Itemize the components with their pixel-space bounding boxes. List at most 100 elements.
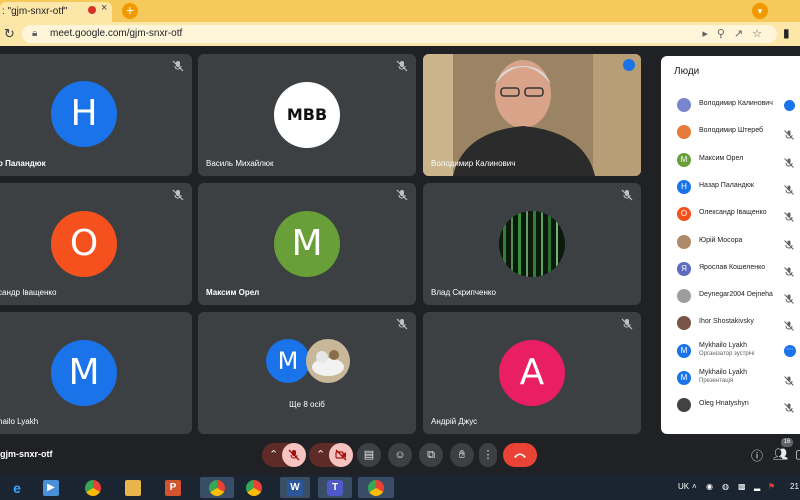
mic-off-icon[interactable]	[784, 318, 794, 332]
taskbar-chrome-3[interactable]	[358, 477, 394, 498]
chat-icon[interactable]: ▢	[795, 447, 800, 461]
taskbar-explorer[interactable]	[120, 477, 146, 498]
participant-list-item[interactable]: M Mykhailo Lyakh Презентація	[661, 365, 800, 392]
mic-off-icon[interactable]	[784, 373, 794, 386]
participant-list-item[interactable]: Н Назар Паландюк	[661, 174, 800, 201]
mic-off-icon[interactable]	[784, 237, 794, 250]
mic-off-icon[interactable]	[784, 182, 794, 195]
participant-list-item[interactable]: О Олександр Іващенко	[661, 201, 800, 228]
mic-options-chevron-icon[interactable]: ⌃	[269, 443, 278, 467]
participant-list-name: Юрій Мосора	[699, 236, 743, 244]
participant-list-name: Володимир Калинович	[699, 100, 773, 107]
participant-list-name: Mykhailo Lyakh	[699, 369, 747, 376]
participant-role: Презентація	[699, 378, 734, 384]
tray-app-icon[interactable]: ▩	[738, 482, 746, 491]
mic-off-icon[interactable]	[784, 400, 794, 414]
participant-video	[423, 54, 641, 176]
participant-avatar: Я	[677, 261, 691, 276]
omnibox[interactable]: 🔒︎ meet.google.com/gjm-snxr-otf ▸⚲↗☆	[22, 25, 777, 43]
chrome-icon	[368, 480, 384, 496]
teams-icon: T	[327, 480, 343, 496]
participant-tile[interactable]: А Андрій Джус	[423, 312, 641, 434]
participant-tile[interactable]: О сандр Іващенко	[0, 183, 192, 305]
reactions-button[interactable]: ☺	[388, 443, 412, 467]
more-participants-tile[interactable]: М Ще 8 осіб	[198, 312, 416, 434]
taskbar-powerpoint[interactable]: P	[160, 477, 186, 498]
camera-options-chevron-icon[interactable]: ⌃	[316, 443, 325, 467]
camera-button[interactable]	[329, 443, 353, 467]
participant-tile-video[interactable]: Володимир Калинович	[423, 54, 641, 176]
internet-explorer-icon: e	[13, 480, 21, 496]
raise-hand-button[interactable]: ✋︎	[450, 443, 474, 467]
taskbar-chrome-2[interactable]	[241, 477, 267, 498]
participant-list-item[interactable]: Oleg Hnatyshyn	[661, 392, 800, 419]
participant-list-item[interactable]: Володимир Штереб	[661, 119, 800, 146]
participant-tile[interactable]: Влад Скрипченко	[423, 183, 641, 305]
taskbar-teams[interactable]: T	[318, 477, 352, 498]
tray-app-icon[interactable]: ◍	[722, 482, 729, 491]
mic-off-icon	[172, 189, 184, 201]
participant-list-name: Mykhailo Lyakh	[699, 341, 747, 349]
microphone-button[interactable]	[282, 443, 306, 467]
participant-tile[interactable]: MBB Василь Михайлюк	[198, 54, 416, 176]
hang-up-icon	[514, 453, 526, 458]
chrome-icon	[246, 480, 262, 496]
taskbar-chrome[interactable]	[80, 477, 106, 498]
people-icon[interactable]: 👥︎	[773, 447, 788, 461]
tray-app-icon[interactable]: ◉	[706, 482, 713, 491]
meeting-code: gjm-snxr-otf	[0, 449, 53, 459]
new-tab-button[interactable]: +	[122, 3, 138, 19]
taskbar-media[interactable]: ▶	[38, 477, 64, 498]
reload-icon[interactable]: ↻	[4, 26, 15, 42]
meeting-info-icon[interactable]: ⓘ	[751, 447, 763, 464]
tab-close-icon[interactable]: ×	[101, 2, 107, 14]
clock[interactable]: 21	[790, 482, 799, 491]
extensions-icon[interactable]: ▮	[783, 26, 790, 40]
avatar: М	[274, 211, 340, 277]
avatar: M	[51, 340, 117, 406]
lock-icon[interactable]: 🔒︎	[32, 28, 37, 39]
omnibox-action-icons[interactable]: ▸⚲↗☆	[702, 27, 771, 40]
present-button[interactable]: ⧉	[419, 443, 443, 467]
tray-chevron-icon[interactable]: ˄	[692, 482, 697, 491]
mic-off-icon	[621, 318, 633, 330]
mic-off-icon[interactable]	[784, 155, 794, 168]
address-bar: ↻ 🔒︎ meet.google.com/gjm-snxr-otf ▸⚲↗☆ ▮	[0, 22, 800, 46]
taskbar-word[interactable]: W	[280, 477, 310, 498]
participant-list-item[interactable]: Deynegar2004 Dejneha	[661, 283, 800, 310]
participant-avatar	[677, 398, 691, 413]
speaking-indicator-icon	[623, 59, 635, 71]
more-options-button[interactable]: ⋮	[479, 443, 497, 467]
leave-call-button[interactable]	[503, 443, 537, 467]
participant-tile[interactable]: М Максим Орел	[198, 183, 416, 305]
participant-list-item[interactable]: Ihor Shostakivsky	[661, 310, 800, 337]
avatar-photo	[306, 339, 350, 383]
participant-list-item[interactable]: Юрій Мосора	[661, 229, 800, 256]
participant-list-name: Deynegar2004 Dejneha	[699, 291, 773, 299]
participant-list-item[interactable]: M Mykhailo Lyakh Організатор зустрічі ⋯	[661, 338, 800, 365]
captions-button[interactable]: ▤	[357, 443, 381, 467]
participant-list-item[interactable]: Я Ярослав Кошеленко	[661, 256, 800, 283]
tab-search-icon[interactable]: ▾	[752, 3, 768, 19]
participant-avatar: Н	[677, 179, 691, 194]
taskbar-chrome-active[interactable]	[200, 477, 234, 498]
participant-list-item[interactable]: М Максим Орел	[661, 147, 800, 174]
network-icon[interactable]: ▂	[754, 482, 760, 491]
more-options-icon[interactable]: ⋯	[784, 344, 796, 357]
captions-icon: ▤	[363, 449, 375, 461]
taskbar-ie[interactable]: e	[4, 477, 30, 498]
participant-list-name: Назар Паландюк	[699, 181, 754, 189]
url-text[interactable]: meet.google.com/gjm-snxr-otf	[50, 28, 182, 39]
mic-off-icon[interactable]	[784, 127, 794, 141]
mic-off-icon[interactable]	[784, 264, 794, 277]
participant-tile[interactable]: Н о Паландюк	[0, 54, 192, 176]
present-screen-icon: ⧉	[427, 449, 435, 461]
notification-flag-icon[interactable]: ⚑	[768, 482, 775, 491]
mic-off-icon[interactable]	[784, 291, 794, 304]
participant-tile[interactable]: M hailo Lyakh	[0, 312, 192, 434]
language-indicator[interactable]: UK	[678, 482, 689, 491]
participant-list-item[interactable]: Володимир Калинович	[661, 92, 800, 119]
participant-list-name: Олександр Іващенко	[699, 209, 767, 217]
mic-off-icon[interactable]	[784, 209, 794, 223]
participant-avatar: О	[677, 207, 691, 222]
